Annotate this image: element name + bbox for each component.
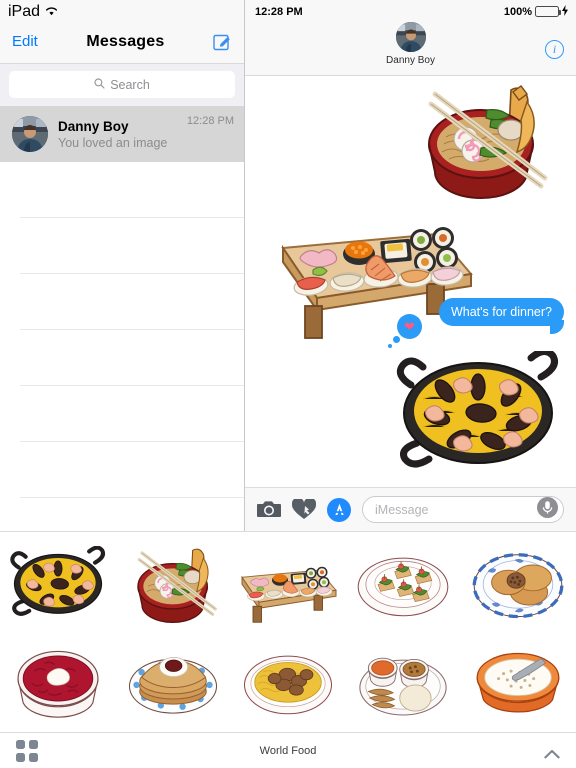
conversation-header: Danny Boy i	[245, 20, 576, 76]
avatar	[12, 116, 48, 152]
list-item[interactable]	[0, 442, 244, 498]
list-item[interactable]	[0, 274, 244, 330]
battery-percent: 100%	[503, 5, 532, 18]
main-split-view: iPad Edit Messages Search Danny Boy You …	[0, 0, 576, 531]
message-bubble-sent[interactable]: What's for dinner?	[438, 298, 564, 326]
paella-sticker[interactable]	[393, 348, 563, 484]
conversation-text: Danny Boy You loved an image	[58, 119, 187, 150]
sticker-canapes[interactable]	[351, 537, 455, 633]
list-item[interactable]	[0, 218, 244, 274]
sidebar-status-bar: iPad	[0, 0, 244, 20]
heart-hand-icon[interactable]	[291, 497, 317, 521]
app-store-icon[interactable]	[327, 497, 351, 522]
heart-icon: ❤	[404, 319, 415, 334]
search-icon	[94, 76, 105, 94]
heart-tapback[interactable]: ❤	[388, 314, 422, 348]
sticker-paella[interactable]	[6, 537, 110, 633]
sticker-pack-title: World Food	[259, 744, 317, 757]
contact-name: Danny Boy	[386, 55, 435, 66]
conversation-sidebar: iPad Edit Messages Search Danny Boy You …	[0, 0, 245, 531]
conversation-row-danny-boy[interactable]: Danny Boy You loved an image 12:28 PM	[0, 106, 244, 162]
status-time: 12:28 PM	[255, 5, 303, 18]
conversation-name: Danny Boy	[58, 118, 129, 134]
camera-icon[interactable]	[257, 499, 281, 521]
messages-app: iPad Edit Messages Search Danny Boy You …	[0, 0, 576, 768]
list-item[interactable]	[0, 162, 244, 218]
sticker-pancakes[interactable]	[121, 635, 225, 731]
status-bar: 12:28 PM 100%	[245, 0, 576, 20]
sticker-tray: World Food	[0, 531, 576, 768]
conversation-time: 12:28 PM	[186, 115, 234, 127]
bubble-tail	[550, 320, 564, 334]
conversation-pane: 12:28 PM 100% Danny Boy i What's for din…	[245, 0, 576, 531]
sticker-couscous[interactable]	[236, 635, 340, 731]
imessage-placeholder: iMessage	[375, 502, 429, 517]
compose-icon[interactable]	[213, 32, 232, 51]
list-item[interactable]	[0, 386, 244, 442]
sidebar-navbar: Edit Messages	[0, 20, 244, 64]
search-container: Search	[0, 64, 244, 106]
conversation-preview: You loved an image	[58, 135, 168, 150]
info-button[interactable]: i	[545, 40, 564, 59]
message-input-bar: iMessage	[245, 487, 576, 531]
contact-avatar[interactable]	[395, 22, 426, 52]
edit-button[interactable]: Edit	[12, 33, 38, 50]
microphone-icon[interactable]	[537, 496, 558, 523]
row-separator	[20, 497, 244, 498]
battery-icon	[535, 6, 561, 17]
message-list: What's for dinner? ❤	[245, 76, 576, 487]
search-placeholder: Search	[110, 77, 150, 92]
search-input[interactable]: Search	[9, 71, 235, 98]
sticker-grid	[0, 532, 576, 732]
conversation-list: Danny Boy You loved an image 12:28 PM	[0, 106, 244, 531]
sticker-borscht[interactable]	[6, 635, 110, 731]
list-item[interactable]	[0, 330, 244, 386]
sticker-dorayaki[interactable]	[466, 537, 570, 633]
charging-bolt-icon	[562, 3, 568, 21]
sticker-ramen[interactable]	[121, 537, 225, 633]
battery-indicator: 100%	[504, 3, 568, 21]
device-label: iPad	[8, 2, 41, 20]
wifi-icon	[45, 3, 58, 21]
imessage-input[interactable]: iMessage	[362, 496, 564, 523]
page-title: Messages	[86, 32, 165, 50]
sticker-thali[interactable]	[351, 635, 455, 731]
sticker-sushi-board[interactable]	[236, 537, 340, 633]
sticker-porridge[interactable]	[466, 635, 570, 731]
sticker-tray-bar: World Food	[0, 732, 576, 768]
